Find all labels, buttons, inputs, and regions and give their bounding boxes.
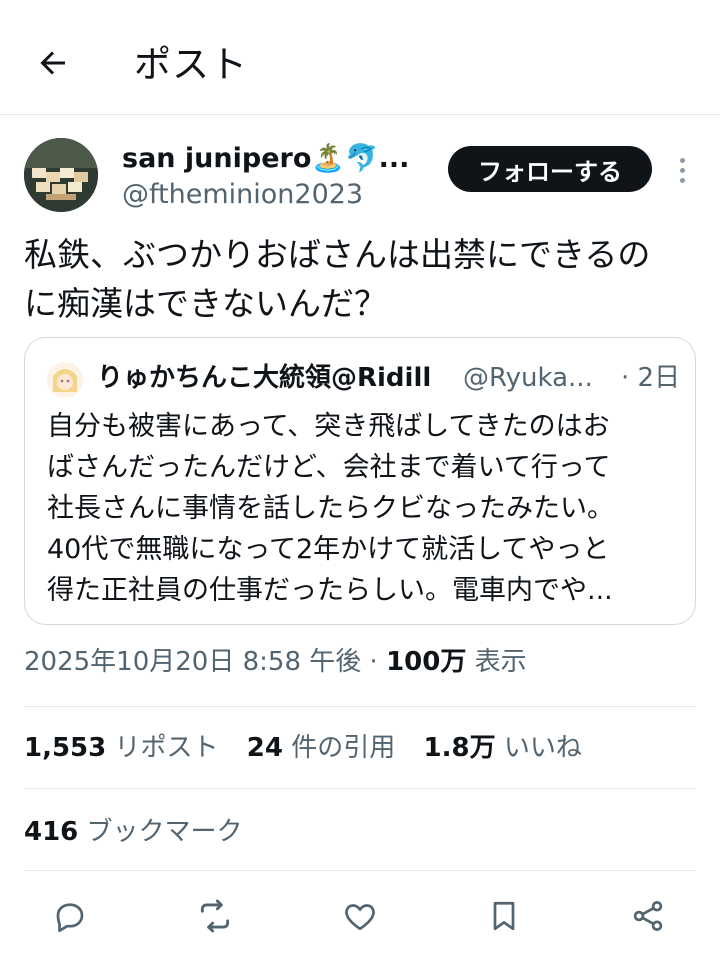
bookmarks-stat[interactable]: 416 ブックマーク bbox=[24, 814, 243, 850]
reposts-count: 1,553 bbox=[24, 733, 107, 763]
heart-icon bbox=[345, 904, 375, 931]
avatar-image bbox=[24, 138, 98, 212]
quoted-author-handle: @Ryuka... bbox=[463, 363, 593, 393]
quoted-avatar-image bbox=[47, 362, 83, 398]
share-button[interactable] bbox=[622, 890, 674, 942]
bookmark-icon bbox=[493, 901, 515, 931]
likes-stat[interactable]: 1.8万 いいね bbox=[424, 730, 582, 766]
quoted-avatar bbox=[47, 362, 83, 398]
divider bbox=[24, 788, 696, 789]
arrow-left-icon bbox=[40, 51, 65, 75]
action-bar bbox=[0, 890, 720, 942]
quoted-author-name: りゅかちんこ大統領@Ridill bbox=[97, 363, 432, 393]
post-meta: 2025年10月20日 8:58 午後 · 100万 表示 bbox=[24, 644, 527, 680]
page-title: ポスト bbox=[134, 43, 248, 86]
top-bar: ポスト bbox=[0, 0, 720, 115]
quoted-post-card[interactable]: りゅかちんこ大統領@Ridill @Ryuka... · 2日 自分も被害にあっ… bbox=[24, 337, 696, 625]
divider bbox=[24, 706, 696, 707]
quoted-text-line: 社長さんに事情を話したらクビなったみたい。 bbox=[47, 493, 614, 524]
more-button[interactable] bbox=[670, 150, 694, 190]
likes-label: いいね bbox=[503, 733, 582, 763]
divider bbox=[24, 870, 696, 871]
author-name[interactable]: san junipero🏝️🐬... bbox=[122, 142, 409, 176]
share-icon bbox=[633, 901, 663, 931]
more-dot bbox=[679, 177, 685, 183]
more-dot bbox=[679, 167, 685, 173]
avatar[interactable] bbox=[24, 138, 98, 212]
more-vertical-icon bbox=[679, 157, 685, 163]
post-datetime[interactable]: 2025年10月20日 8:58 午後 bbox=[24, 647, 361, 677]
meta-separator: · bbox=[369, 647, 378, 677]
quotes-count: 24 bbox=[246, 733, 283, 763]
reposts-stat[interactable]: 1,553 リポスト bbox=[24, 730, 219, 766]
like-button[interactable] bbox=[334, 890, 386, 942]
follow-button[interactable]: フォローする bbox=[448, 146, 652, 192]
quoted-timestamp: · 2日 bbox=[621, 363, 681, 393]
reposts-label: リポスト bbox=[114, 733, 219, 763]
back-button[interactable] bbox=[30, 40, 76, 86]
quoted-text-line: 自分も被害にあって、突き飛ばしてきたのはお bbox=[47, 411, 610, 442]
reply-icon bbox=[56, 903, 84, 933]
reply-button[interactable] bbox=[44, 890, 96, 942]
bookmarks-count: 416 bbox=[24, 817, 79, 847]
views-count: 100万 bbox=[386, 647, 467, 677]
repost-button[interactable] bbox=[189, 890, 241, 942]
engagement-stats: 1,553 リポスト 24 件の引用 1.8万 いいね bbox=[24, 730, 602, 766]
quoted-text-line: 40代で無職になって2年かけて就活してやっと bbox=[47, 534, 610, 565]
quoted-text-line: 得た正社員の仕事だったらしい。電車内でや... bbox=[47, 575, 613, 606]
bookmark-button[interactable] bbox=[478, 890, 530, 942]
post-text-line: 私鉄、ぶつかりおばさんは出禁にできるの bbox=[24, 235, 651, 274]
quotes-stat[interactable]: 24 件の引用 bbox=[247, 730, 395, 766]
quoted-text: 自分も被害にあって、突き飛ばしてきたのはお ばさんだったんだけど、会社まで着いて… bbox=[47, 406, 677, 611]
post-text-line: に痴漢はできないんだ？ bbox=[24, 284, 387, 323]
bookmarks-label: ブックマーク bbox=[86, 817, 243, 847]
likes-count: 1.8万 bbox=[423, 733, 496, 763]
views-label: 表示 bbox=[474, 647, 527, 677]
quoted-text-line: ばさんだったんだけど、会社まで着いて行って bbox=[47, 452, 611, 483]
author-handle[interactable]: @ftheminion2023 bbox=[122, 178, 363, 212]
post-text: 私鉄、ぶつかりおばさんは出禁にできるの に痴漢はできないんだ？ bbox=[24, 230, 704, 328]
repost-icon bbox=[200, 899, 230, 933]
quotes-label: 件の引用 bbox=[291, 733, 396, 763]
